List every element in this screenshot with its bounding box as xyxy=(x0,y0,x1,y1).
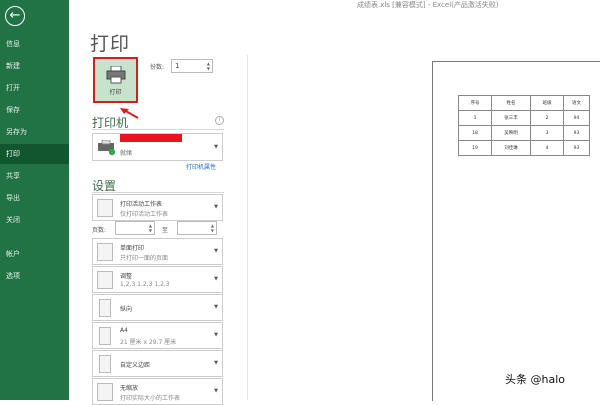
sides-subtitle: 只打印一面的页面 xyxy=(120,255,169,262)
table-header-cell: 语文 xyxy=(563,95,590,111)
scaling-subtitle: 打印实际大小的工作表 xyxy=(120,395,181,402)
divider xyxy=(92,192,224,193)
portrait-icon xyxy=(99,299,111,317)
printer-properties-link[interactable]: 打印机属性 xyxy=(186,162,216,171)
table-cell: 刘佳琳 xyxy=(491,140,531,156)
sidebar-item-options[interactable]: 选项 xyxy=(0,266,69,286)
pages-label: 页数: xyxy=(92,227,107,234)
table-row: 1 张三丰 2 94 xyxy=(458,110,590,126)
margins-dropdown[interactable]: 自定义边距 ▼ xyxy=(92,350,223,377)
print-button[interactable]: 打印 xyxy=(93,57,138,103)
margins-title: 自定义边距 xyxy=(120,362,151,369)
table-cell: 4 xyxy=(530,140,564,156)
paper-icon xyxy=(99,327,111,345)
table-cell: 19 xyxy=(458,140,492,156)
pages-to-spinner[interactable]: ▲ ▼ xyxy=(211,223,214,233)
margins-icon xyxy=(99,355,111,373)
sides-title: 单面打印 xyxy=(120,245,145,252)
watermark-text: 头条 @halo xyxy=(505,373,565,386)
chevron-down-icon: ▼ xyxy=(214,332,218,338)
printer-icon xyxy=(106,66,126,84)
chevron-down-icon: ▼ xyxy=(214,304,218,310)
printer-status: 就绪 xyxy=(120,150,133,157)
table-header-cell: 序号 xyxy=(458,95,492,111)
chevron-down-icon: ▼ xyxy=(214,144,218,150)
table-row: 序号 姓名 班级 语文 xyxy=(458,95,590,111)
panel-divider xyxy=(247,55,248,400)
table-cell: 张三丰 xyxy=(491,110,531,126)
sidebar-item-new[interactable]: 新建 xyxy=(0,56,69,76)
preview-table: 序号 姓名 班级 语文 1 张三丰 2 94 18 吴映明 3 93 19 刘佳… xyxy=(458,95,590,156)
scaling-dropdown[interactable]: 无缩放 打印实际大小的工作表 ▼ xyxy=(92,378,223,405)
print-what-title: 打印活动工作表 xyxy=(120,201,163,208)
sides-dropdown[interactable]: 单面打印 只打印一面的页面 ▼ xyxy=(92,238,223,265)
pages-to-label: 至 xyxy=(162,227,169,234)
table-row: 19 刘佳琳 4 93 xyxy=(458,140,590,156)
table-cell: 93 xyxy=(563,125,590,141)
chevron-down-icon: ▼ xyxy=(214,276,218,282)
sidebar-item-save[interactable]: 保存 xyxy=(0,100,69,120)
table-cell: 3 xyxy=(530,125,564,141)
sidebar-item-info[interactable]: 信息 xyxy=(0,34,69,54)
table-header-cell: 姓名 xyxy=(491,95,531,111)
collate-subtitle: 1,2,3 1,2,3 1,2,3 xyxy=(120,281,170,288)
table-cell: 94 xyxy=(563,110,590,126)
print-button-label: 打印 xyxy=(109,89,122,96)
divider xyxy=(92,129,224,130)
window-title: 成绩表.xls [兼容模式] - Excel(产品激活失败) xyxy=(357,1,499,9)
pages-to-input[interactable]: ▲ ▼ xyxy=(177,221,217,235)
scaling-title: 无缩放 xyxy=(120,385,139,392)
worksheet-icon xyxy=(97,199,113,217)
sidebar-item-open[interactable]: 打开 xyxy=(0,78,69,98)
orientation-title: 纵向 xyxy=(120,306,133,313)
pages-from-spinner[interactable]: ▲ ▼ xyxy=(149,223,152,233)
backstage-sidebar: ← 信息 新建 打开 保存 另存为 打印 共享 导出 关闭 帐户 选项 xyxy=(0,0,69,400)
print-what-subtitle: 仅打印活动工作表 xyxy=(120,211,169,218)
table-cell: 吴映明 xyxy=(491,125,531,141)
copies-spinner[interactable]: ▲ ▼ xyxy=(207,61,210,71)
table-cell: 18 xyxy=(458,125,492,141)
table-cell: 1 xyxy=(458,110,492,126)
sidebar-item-export[interactable]: 导出 xyxy=(0,188,69,208)
sidebar-item-save-as[interactable]: 另存为 xyxy=(0,122,69,142)
collate-dropdown[interactable]: 调整 1,2,3 1,2,3 1,2,3 ▼ xyxy=(92,266,223,293)
copies-value: 1 xyxy=(175,62,180,70)
print-what-dropdown[interactable]: 打印活动工作表 仅打印活动工作表 ▼ xyxy=(92,194,223,221)
copies-input[interactable]: 1 ▲ ▼ xyxy=(171,59,213,73)
chevron-down-icon: ▼ xyxy=(214,204,218,210)
table-cell: 2 xyxy=(530,110,564,126)
collate-title: 调整 xyxy=(120,273,133,280)
copies-label: 份数: xyxy=(150,64,165,71)
sidebar-item-account[interactable]: 帐户 xyxy=(0,244,69,264)
sidebar-item-print[interactable]: 打印 xyxy=(0,144,69,164)
chevron-down-icon: ▼ xyxy=(214,248,218,254)
chevron-down-icon: ▼ xyxy=(214,388,218,394)
orientation-dropdown[interactable]: 纵向 ▼ xyxy=(92,294,223,321)
single-sided-icon xyxy=(97,243,113,261)
redacted-printer-name xyxy=(120,134,182,142)
page-title: 打印 xyxy=(90,33,131,55)
scaling-icon xyxy=(97,383,113,401)
chevron-down-icon: ▼ xyxy=(214,360,218,366)
table-cell: 93 xyxy=(563,140,590,156)
back-arrow-icon[interactable]: ← xyxy=(5,6,25,26)
paper-title: A4 xyxy=(120,327,128,334)
printer-device-icon xyxy=(98,140,116,156)
table-header-cell: 班级 xyxy=(530,95,564,111)
collate-icon xyxy=(97,271,113,289)
sidebar-item-close[interactable]: 关闭 xyxy=(0,210,69,230)
paper-size-dropdown[interactable]: A4 21 厘米 x 29.7 厘米 ▼ xyxy=(92,322,223,349)
info-icon[interactable]: i xyxy=(215,116,224,125)
table-row: 18 吴映明 3 93 xyxy=(458,125,590,141)
paper-subtitle: 21 厘米 x 29.7 厘米 xyxy=(120,339,177,346)
pages-from-input[interactable]: ▲ ▼ xyxy=(115,221,155,235)
sidebar-item-share[interactable]: 共享 xyxy=(0,166,69,186)
